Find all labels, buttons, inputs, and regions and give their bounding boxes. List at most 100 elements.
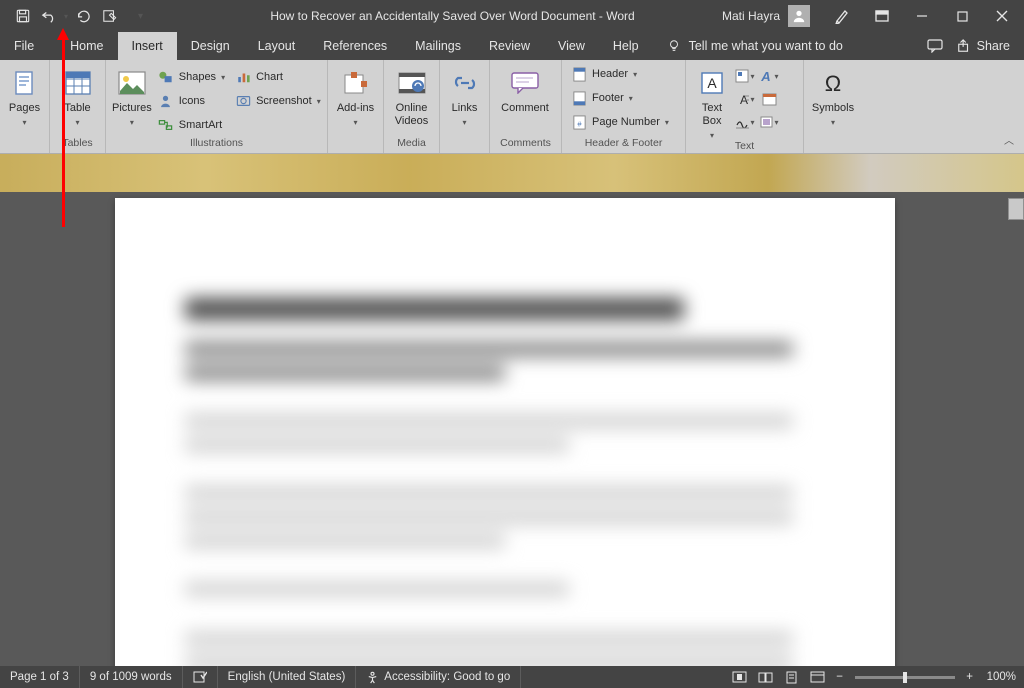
tab-home[interactable]: Home [56,32,117,60]
group-label-tables: Tables [50,137,105,153]
tab-review[interactable]: Review [475,32,544,60]
chart-button[interactable]: Chart [231,66,325,88]
header-label: Header [592,68,628,80]
footer-button[interactable]: Footer▾ [568,87,679,109]
screenshot-icon [235,93,251,109]
svg-text:A: A [707,75,717,91]
comments-pane-button[interactable] [927,39,943,53]
view-print-button[interactable] [779,667,805,687]
status-spellcheck[interactable] [183,666,218,688]
minimize-icon [916,10,928,22]
links-label: Links [452,102,478,114]
zoom-in-button[interactable]: + [961,671,979,683]
dropcap-button[interactable]: A▾ [734,89,756,109]
tell-me-search[interactable]: Tell me what you want to do [653,32,843,60]
tab-mailings[interactable]: Mailings [401,32,475,60]
status-accessibility[interactable]: Accessibility: Good to go [356,666,521,688]
smartart-button[interactable]: SmartArt [154,114,229,136]
collapse-ribbon-button[interactable]: ︿ [1004,132,1014,147]
table-button[interactable]: Table ▾ [56,64,99,127]
maximize-button[interactable] [944,2,980,30]
tab-layout[interactable]: Layout [244,32,310,60]
document-content-blurred [185,298,825,666]
group-label-comments: Comments [490,137,561,153]
undo-button[interactable] [38,5,60,27]
pictures-label: Pictures [112,102,152,114]
icons-button[interactable]: Icons [154,90,229,112]
online-videos-button[interactable]: Online Videos [390,64,433,127]
tab-insert[interactable]: Insert [118,32,177,60]
dropcap-icon: A [735,92,750,106]
spellcheck-icon [193,671,207,683]
status-language[interactable]: English (United States) [218,666,357,688]
minimize-button[interactable] [904,2,940,30]
date-time-button[interactable] [758,89,780,109]
share-icon [957,39,971,53]
redo-button[interactable] [72,5,94,27]
focus-icon [732,671,747,683]
page-view-icon [785,671,798,684]
close-icon [996,10,1008,22]
page-number-label: Page Number [592,116,660,128]
view-read-button[interactable] [753,667,779,687]
save-icon [16,9,30,23]
view-web-button[interactable] [805,667,831,687]
ribbon-display-button[interactable] [864,2,900,30]
close-button[interactable] [984,2,1020,30]
document-page[interactable] [115,198,895,666]
symbols-button[interactable]: Ω Symbols ▾ [810,64,856,127]
page-number-button[interactable]: # Page Number▾ [568,111,679,133]
redo-icon [76,9,90,23]
tab-help[interactable]: Help [599,32,653,60]
zoom-thumb[interactable] [903,672,907,683]
scrollbar-stub[interactable] [1008,198,1024,220]
tab-design[interactable]: Design [177,32,244,60]
book-icon [758,671,773,683]
video-label: Online Videos [390,102,433,127]
page-number-icon: # [572,115,587,130]
header-button[interactable]: Header▾ [568,63,679,85]
addins-button[interactable]: Add-ins ▾ [334,64,377,127]
tab-view[interactable]: View [544,32,599,60]
shapes-button[interactable]: Shapes▾ [154,66,229,88]
save-button[interactable] [12,5,34,27]
maximize-icon [957,11,968,22]
header-icon [572,67,587,82]
wordart-button[interactable]: A▾ [758,66,780,86]
textbox-button[interactable]: A Text Box ▾ [692,64,732,140]
account-control[interactable]: Mati Hayra [722,5,810,27]
chevron-down-icon: ▾ [75,118,79,127]
quick-parts-button[interactable]: ▾ [734,66,756,86]
signature-button[interactable]: ▾ [734,112,756,132]
tab-references[interactable]: References [309,32,401,60]
group-label-media: Media [384,137,439,153]
drawing-tools-button[interactable] [824,2,860,30]
share-button[interactable]: Share [957,39,1010,53]
tab-file[interactable]: File [0,32,48,60]
zoom-out-button[interactable]: − [831,671,849,683]
zoom-level[interactable]: 100% [979,671,1024,683]
textbox-icon: A [697,68,727,98]
undo-dropdown-caret[interactable]: ▾ [64,12,68,21]
pages-button[interactable]: Pages ▾ [6,64,43,127]
shapes-label: Shapes [179,71,216,83]
comment-bubble-icon [927,39,943,53]
status-page[interactable]: Page 1 of 3 [0,666,80,688]
editor-button[interactable] [98,5,120,27]
links-button[interactable]: Links ▾ [446,64,483,127]
screenshot-button[interactable]: Screenshot▾ [231,90,325,112]
date-icon [762,92,777,106]
table-label: Table [64,102,90,114]
zoom-slider[interactable] [855,676,955,679]
chart-icon [235,69,251,85]
lightbulb-icon [667,39,681,53]
status-language-label: English (United States) [228,671,346,683]
user-name: Mati Hayra [722,9,780,23]
smartart-label: SmartArt [179,119,222,131]
status-words[interactable]: 9 of 1009 words [80,666,183,688]
object-button[interactable]: ▾ [758,112,780,132]
view-focus-button[interactable] [727,667,753,687]
addins-label: Add-ins [337,102,374,114]
pictures-button[interactable]: Pictures ▾ [112,64,152,127]
comment-button[interactable]: Comment [496,64,554,114]
